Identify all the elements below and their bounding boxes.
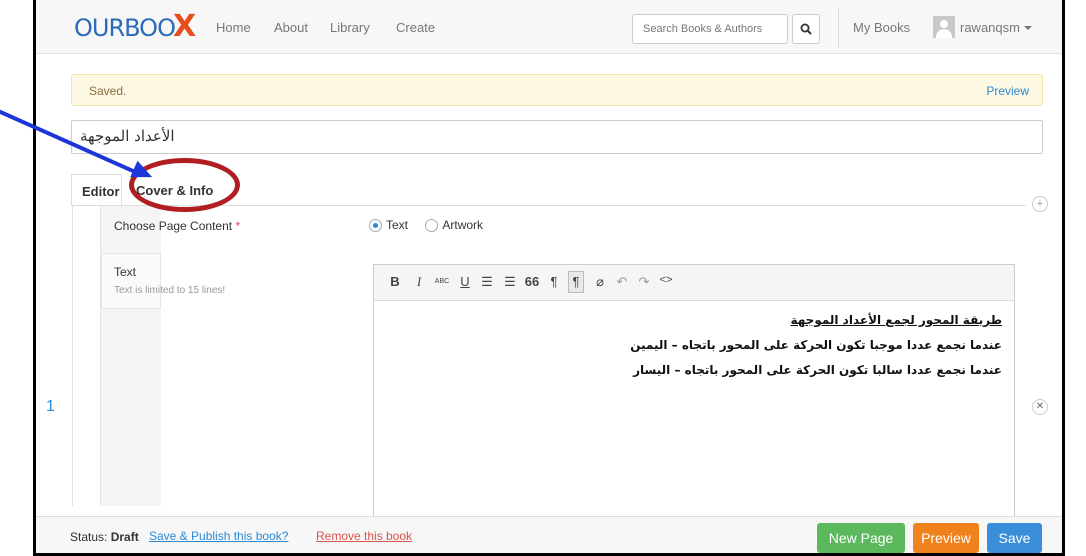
radio-text[interactable] bbox=[369, 219, 382, 233]
quote-button[interactable]: 66 bbox=[524, 274, 540, 289]
page-number-column bbox=[72, 206, 101, 506]
close-icon[interactable]: ✕ bbox=[1032, 399, 1048, 415]
editor-line: عندما نجمع عددا سالبا تكون الحركة على ال… bbox=[633, 363, 1002, 377]
nav-divider bbox=[838, 8, 839, 48]
save-button[interactable]: Save bbox=[987, 523, 1042, 553]
saved-alert: Saved. Preview bbox=[71, 74, 1043, 106]
tab-editor[interactable]: Editor bbox=[71, 174, 122, 206]
code-icon[interactable]: <> bbox=[658, 274, 674, 286]
text-limit-hint: Text is limited to 15 lines! bbox=[114, 285, 226, 296]
search-icon bbox=[800, 23, 812, 35]
content-type-options: Text Artwork bbox=[369, 218, 483, 233]
eraser-icon[interactable]: ⌀ bbox=[592, 274, 608, 290]
underline-button[interactable]: U bbox=[457, 274, 473, 289]
preview-button[interactable]: Preview bbox=[913, 523, 979, 553]
add-page-icon[interactable]: + bbox=[1032, 196, 1048, 212]
bullet-list-icon[interactable]: ☰ bbox=[479, 274, 495, 290]
undo-icon[interactable]: ↶ bbox=[614, 274, 630, 290]
new-page-button[interactable]: New Page bbox=[817, 523, 905, 553]
editor-toolbar: B I ABC U ☰ ☰ 66 ¶ ¶ ⌀ ↶ ↷ <> bbox=[374, 265, 1014, 301]
editor-line: طريقة المحور لجمع الأعداد الموجهة bbox=[790, 313, 1002, 327]
radio-text-label[interactable]: Text bbox=[386, 218, 408, 232]
alert-message: Saved. bbox=[89, 84, 127, 98]
ltr-paragraph-icon[interactable]: ¶ bbox=[546, 274, 562, 289]
rich-text-editor[interactable]: B I ABC U ☰ ☰ 66 ¶ ¶ ⌀ ↶ ↷ <> طريقة المح… bbox=[373, 264, 1015, 524]
bottom-bar: Status: Draft Save & Publish this book? … bbox=[36, 516, 1062, 553]
book-status: Status: Draft bbox=[70, 530, 139, 544]
page-number[interactable]: 1 bbox=[46, 398, 55, 416]
app-frame: OURBOOX Home About Library Create Search… bbox=[33, 0, 1065, 556]
nav-create[interactable]: Create bbox=[396, 20, 435, 35]
text-section-label: Text bbox=[114, 265, 137, 279]
radio-artwork[interactable] bbox=[425, 219, 439, 233]
page-settings-panel bbox=[101, 206, 161, 506]
numbered-list-icon[interactable]: ☰ bbox=[502, 274, 518, 290]
choose-content-label: Choose Page Content * bbox=[114, 219, 240, 233]
chevron-down-icon[interactable] bbox=[1024, 26, 1032, 30]
status-label: Status: bbox=[70, 530, 108, 544]
book-title-input[interactable]: الأعداد الموجهة bbox=[71, 120, 1043, 154]
book-title-value: الأعداد الموجهة bbox=[80, 127, 175, 145]
search-input[interactable]: Search Books & Authors bbox=[632, 14, 788, 44]
bold-button[interactable]: B bbox=[387, 274, 403, 289]
status-value: Draft bbox=[110, 530, 139, 544]
strikethrough-button[interactable]: ABC bbox=[434, 278, 450, 285]
nav-library[interactable]: Library bbox=[330, 20, 370, 35]
editor-content[interactable]: طريقة المحور لجمع الأعداد الموجهة عندما … bbox=[374, 302, 1014, 387]
logo-text: OURBOO bbox=[74, 14, 176, 42]
redo-icon[interactable]: ↷ bbox=[636, 274, 652, 290]
choose-content-text: Choose Page Content bbox=[114, 219, 233, 233]
rtl-paragraph-icon[interactable]: ¶ bbox=[568, 271, 584, 293]
user-menu[interactable]: rawanqsm bbox=[960, 20, 1020, 35]
radio-artwork-label[interactable]: Artwork bbox=[442, 218, 483, 232]
alert-preview-link[interactable]: Preview bbox=[986, 84, 1029, 98]
search-button[interactable] bbox=[792, 14, 820, 44]
italic-button[interactable]: I bbox=[411, 274, 427, 290]
remove-book-link[interactable]: Remove this book bbox=[316, 529, 412, 543]
nav-home[interactable]: Home bbox=[216, 20, 251, 35]
editor-line: عندما نجمع عددا موجبا تكون الحركة على ال… bbox=[630, 338, 1002, 352]
text-section-box bbox=[101, 253, 161, 309]
my-books-link[interactable]: My Books bbox=[853, 20, 910, 35]
avatar[interactable] bbox=[933, 16, 955, 38]
publish-link[interactable]: Save & Publish this book? bbox=[149, 529, 288, 543]
nav-about[interactable]: About bbox=[274, 20, 308, 35]
logo-x: X bbox=[172, 9, 196, 44]
required-mark: * bbox=[235, 219, 241, 233]
ourboox-logo[interactable]: OURBOOX bbox=[74, 8, 196, 46]
navbar: OURBOOX Home About Library Create Search… bbox=[36, 0, 1062, 54]
